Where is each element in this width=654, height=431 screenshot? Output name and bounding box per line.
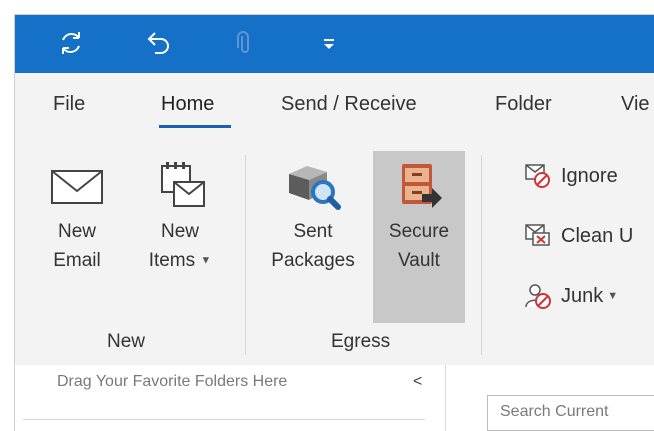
ribbon: New Email New Items ▼ New Sent Packages … (15, 137, 654, 366)
quick-access-toolbar (15, 15, 654, 73)
envelope-icon (51, 170, 103, 204)
clean-up-icon (525, 224, 550, 246)
customize-dropdown-icon (324, 39, 334, 49)
new-items-button[interactable]: New Items ▼ (141, 157, 219, 275)
active-tab-indicator (159, 125, 231, 128)
sync-button[interactable] (53, 25, 89, 61)
sent-packages-label-line1: Sent (293, 221, 333, 242)
tab-file[interactable]: File (53, 93, 85, 116)
secure-vault-label-line1: Secure (388, 221, 450, 242)
ignore-label: Ignore (561, 164, 618, 187)
secure-vault-button[interactable]: Secure Vault (373, 151, 465, 323)
new-email-label-line2: Email (53, 250, 101, 271)
new-email-label-line1: New (57, 221, 96, 242)
sync-icon (62, 32, 80, 54)
new-items-label-line1: New (160, 221, 199, 242)
secure-vault-label-line2: Vault (398, 250, 440, 271)
junk-button[interactable]: Junk ▼ (523, 281, 618, 311)
favorites-divider (23, 419, 425, 420)
favorites-hint: Drag Your Favorite Folders Here (57, 373, 288, 390)
ribbon-tabs: File Home Send / Receive Folder Vie (15, 73, 654, 137)
search-box[interactable] (487, 395, 654, 431)
outlook-window: File Home Send / Receive Folder Vie New … (14, 14, 654, 431)
group-label-new: New (107, 331, 146, 352)
search-input[interactable] (488, 396, 654, 421)
group-separator (481, 155, 482, 355)
tab-folder[interactable]: Folder (495, 93, 552, 116)
new-items-label-line2: Items (148, 250, 196, 271)
junk-icon (525, 284, 551, 309)
new-items-dropdown-icon: ▼ (200, 254, 212, 267)
attach-icon (237, 31, 249, 53)
collapse-folder-pane-icon[interactable]: < (413, 373, 422, 391)
clean-up-button[interactable]: Clean U (523, 221, 633, 251)
undo-button[interactable] (139, 25, 175, 61)
junk-dropdown-icon[interactable]: ▼ (607, 290, 618, 302)
new-email-button[interactable]: New Email (43, 157, 111, 275)
secure-vault-icon (402, 164, 442, 208)
customize-toolbar-button[interactable] (311, 25, 347, 61)
attach-button[interactable] (227, 25, 263, 61)
ignore-icon (525, 164, 550, 188)
new-items-icon (161, 162, 205, 207)
tab-view[interactable]: Vie (621, 93, 650, 116)
tab-send-receive[interactable]: Send / Receive (281, 93, 417, 116)
junk-label: Junk (561, 284, 604, 307)
sent-packages-button[interactable]: Sent Packages (265, 157, 361, 275)
ignore-button[interactable]: Ignore (523, 161, 618, 191)
sent-packages-label-line2: Packages (271, 250, 355, 271)
undo-icon (147, 32, 169, 54)
clean-up-label: Clean U (561, 224, 634, 247)
content-area: Drag Your Favorite Folders Here < (15, 365, 654, 431)
group-separator (245, 155, 246, 355)
group-label-egress: Egress (331, 331, 391, 352)
tab-home[interactable]: Home (161, 93, 214, 116)
sent-packages-icon (289, 166, 341, 210)
pane-divider (445, 365, 446, 431)
